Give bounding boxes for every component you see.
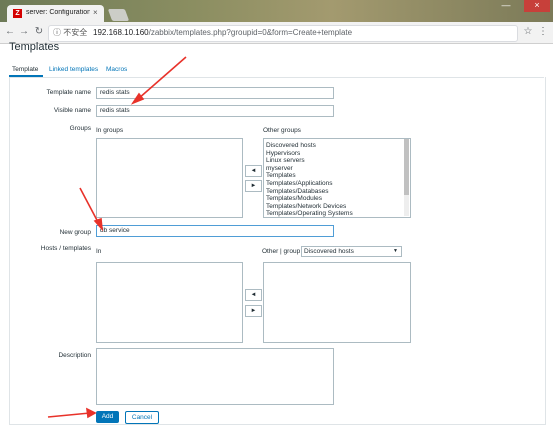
- arrowhead: [93, 217, 104, 232]
- annotation-arrow-new-group: [79, 187, 100, 225]
- annotation-arrow-add: [47, 412, 91, 418]
- annotation-arrow-template-name: [137, 56, 187, 100]
- annotation-arrows: [47, 56, 187, 419]
- arrowhead: [86, 407, 97, 419]
